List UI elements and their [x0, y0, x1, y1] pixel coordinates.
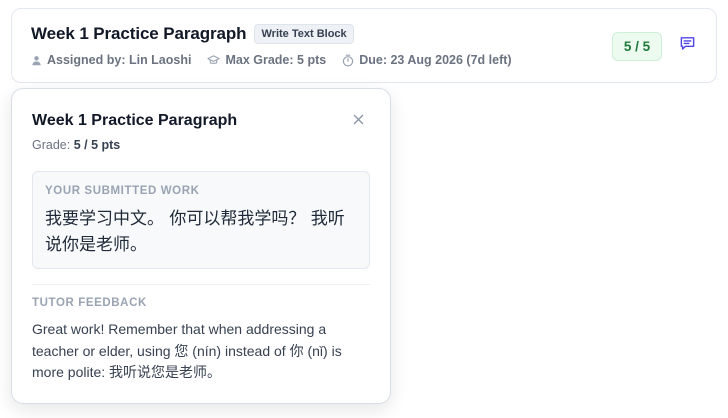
comment-icon — [679, 35, 696, 57]
assignment-meta: Assigned by: Lin Laoshi Max Grade: 5 pts… — [31, 53, 512, 67]
max-grade: Max Grade: 5 pts — [207, 53, 326, 67]
divider — [32, 284, 370, 285]
assigned-by-text: Assigned by: Lin Laoshi — [47, 53, 192, 67]
submitted-work-text: 我要学习中文。 你可以帮我学吗？ 我听说你是老师。 — [45, 209, 345, 255]
max-grade-text: Max Grade: 5 pts — [225, 53, 327, 67]
timer-icon — [342, 54, 354, 67]
tutor-feedback-text: Great work! Remember that when addressin… — [32, 321, 342, 380]
tutor-feedback-label: TUTOR FEEDBACK — [32, 297, 147, 309]
grade-popover: Week 1 Practice Paragraph Grade: 5 / 5 p… — [11, 88, 391, 404]
assignment-header: Week 1 Practice Paragraph Write Text Blo… — [31, 24, 354, 44]
close-button[interactable] — [350, 113, 366, 129]
score-badge[interactable]: 5 / 5 — [612, 32, 662, 61]
assignment-title: Week 1 Practice Paragraph — [31, 24, 247, 43]
grade-value: 5 / 5 pts — [73, 138, 121, 152]
grade-label: Grade: — [32, 138, 71, 152]
submitted-work-label: YOUR SUBMITTED WORK — [45, 185, 200, 197]
assignment-card: Week 1 Practice Paragraph Write Text Blo… — [11, 8, 717, 83]
submitted-work-box: YOUR SUBMITTED WORK 我要学习中文。 你可以帮我学吗？ 我听说… — [32, 171, 370, 269]
close-icon — [353, 112, 364, 130]
due-date-text: Due: 23 Aug 2026 (7d left) — [359, 53, 512, 67]
assignment-type-badge: Write Text Block — [254, 24, 354, 44]
comment-button[interactable] — [677, 36, 697, 56]
graduation-cap-icon — [207, 54, 221, 66]
popover-title: Week 1 Practice Paragraph — [32, 112, 238, 129]
user-icon — [31, 55, 42, 66]
assigned-by: Assigned by: Lin Laoshi — [31, 53, 191, 67]
popover-grade: Grade: 5 / 5 pts — [32, 138, 120, 152]
due-date: Due: 23 Aug 2026 (7d left) — [342, 53, 512, 67]
